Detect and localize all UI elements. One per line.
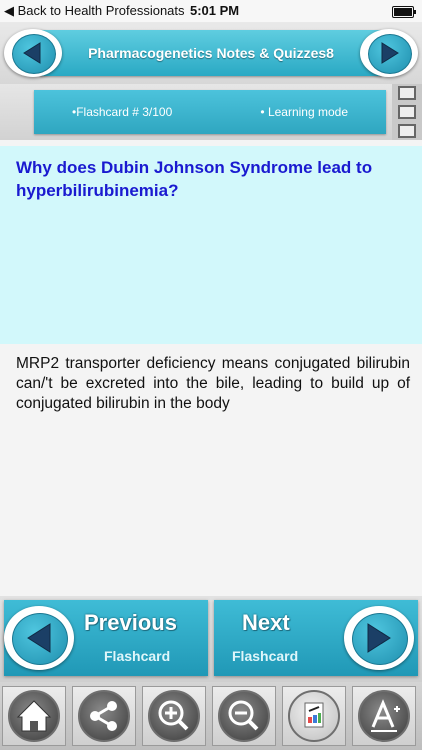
home-button[interactable] <box>2 686 66 746</box>
status-bar: ◀ Back to Health Professionats 5:01 PM <box>0 0 422 22</box>
share-button[interactable] <box>72 686 136 746</box>
next-label: Next <box>242 610 290 635</box>
arrow-left-icon <box>23 42 41 64</box>
page-title: Pharmacogenetics Notes & Quizzes8 <box>88 45 334 61</box>
home-icon <box>16 700 52 732</box>
font-button[interactable] <box>352 686 416 746</box>
previous-label: Previous <box>84 610 177 635</box>
bottom-toolbar <box>0 682 422 750</box>
flashcard-navigation: Previous Flashcard Next Flashcard <box>0 596 422 682</box>
header-next-button[interactable] <box>360 29 418 77</box>
header-ribbon: Pharmacogenetics Notes & Quizzes8 <box>40 30 382 76</box>
next-sublabel: Flashcard <box>232 648 299 664</box>
flashcard-info-bar: •Flashcard # 3/100 • Learning mode <box>0 84 422 140</box>
answer-text: MRP2 transporter deficiency means conjug… <box>16 355 410 412</box>
learning-mode-label: • Learning mode <box>260 105 348 119</box>
back-to-app-link[interactable]: ◀ Back to Health Professionats <box>4 3 185 19</box>
zoom-out-button[interactable] <box>212 686 276 746</box>
zoom-in-button[interactable] <box>142 686 206 746</box>
flashcard-counter: •Flashcard # 3/100 <box>72 105 173 119</box>
color-button[interactable] <box>282 686 346 746</box>
battery-icon <box>392 6 416 18</box>
zoom-in-icon <box>158 700 189 731</box>
font-icon <box>371 699 400 732</box>
zoom-out-icon <box>228 700 259 731</box>
question-panel: Why does Dubin Johnson Syndrome lead to … <box>0 146 422 344</box>
share-icon <box>90 701 117 731</box>
info-strip: •Flashcard # 3/100 • Learning mode <box>34 90 386 134</box>
film-strip-icon <box>392 84 422 140</box>
arrow-right-icon <box>367 623 391 653</box>
arrow-right-icon <box>381 42 399 64</box>
header-previous-button[interactable] <box>4 29 62 77</box>
header: Pharmacogenetics Notes & Quizzes8 <box>0 22 422 84</box>
previous-sublabel: Flashcard <box>104 648 171 664</box>
status-time: 5:01 PM <box>190 3 240 18</box>
color-palette-icon <box>304 702 324 728</box>
previous-flashcard-button[interactable]: Previous Flashcard <box>4 600 208 676</box>
question-text: Why does Dubin Johnson Syndrome lead to … <box>16 158 373 200</box>
arrow-left-icon <box>27 623 51 653</box>
next-flashcard-button[interactable]: Next Flashcard <box>214 600 418 676</box>
